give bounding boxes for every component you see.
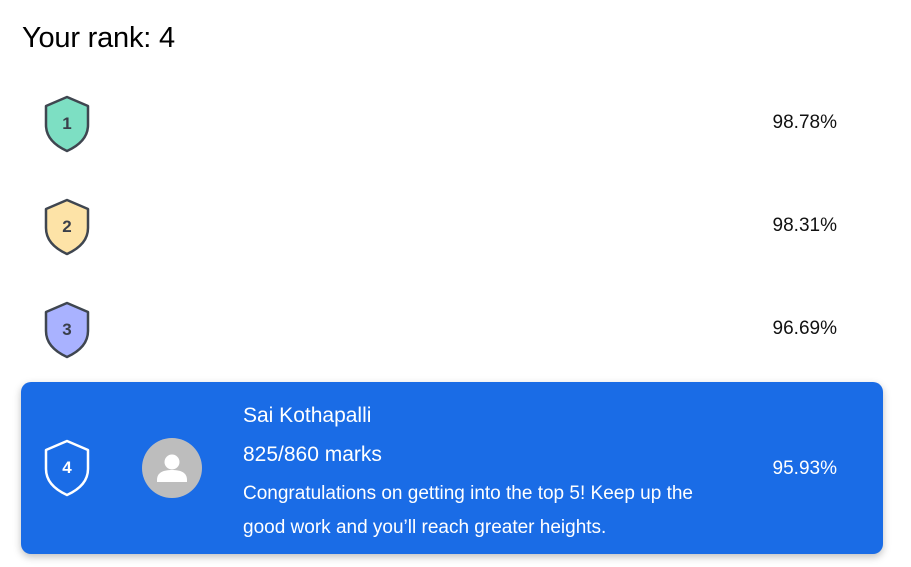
current-user-row[interactable]: 4 Sai Kothapalli 825/860 marks Congratul… xyxy=(21,382,883,554)
person-icon xyxy=(157,454,187,482)
score-percent: 95.93% xyxy=(772,458,837,479)
congratulations-message: Congratulations on getting into the top … xyxy=(243,483,693,538)
score-percent: 98.31% xyxy=(772,215,837,236)
rank-shield-icon: 4 xyxy=(43,439,91,497)
leaderboard-row[interactable]: 1 98.78% xyxy=(21,84,883,164)
score-percent: 96.69% xyxy=(772,318,837,339)
rank-shield-icon: 1 xyxy=(43,95,91,153)
rank-shield-icon: 2 xyxy=(43,198,91,256)
user-name: Sai Kothapalli xyxy=(243,404,372,427)
rank-number: 2 xyxy=(62,217,72,236)
rank-number: 3 xyxy=(62,320,72,339)
page-title: Your rank: 4 xyxy=(22,22,175,54)
rank-number: 1 xyxy=(62,114,72,133)
leaderboard-row[interactable]: 3 96.69% xyxy=(21,290,883,370)
rank-number: 4 xyxy=(62,458,72,477)
rank-shield-icon: 3 xyxy=(43,301,91,359)
avatar xyxy=(142,438,202,498)
leaderboard-row[interactable]: 2 98.31% xyxy=(21,187,883,267)
leaderboard-page: Your rank: 4 1 98.78% 2 98.31% 3 96.69% xyxy=(0,0,911,567)
score-percent: 98.78% xyxy=(772,112,837,133)
user-marks: 825/860 marks xyxy=(243,443,382,466)
